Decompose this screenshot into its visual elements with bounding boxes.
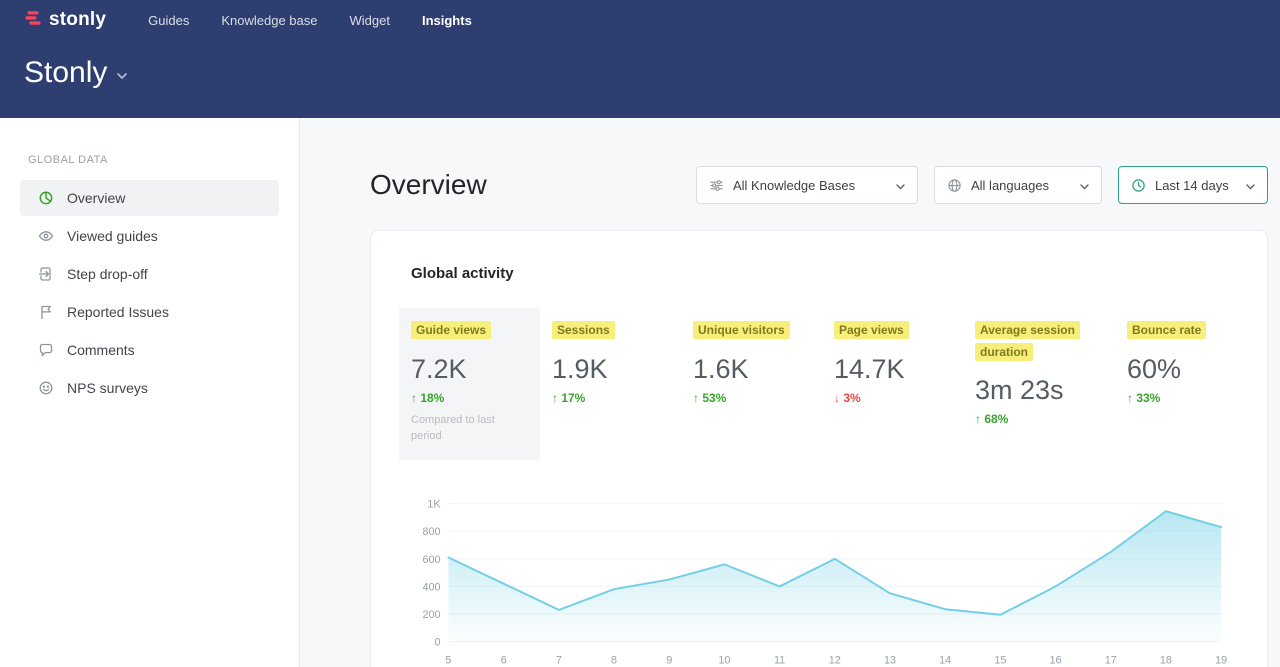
sidebar-item-label: Overview <box>67 190 125 206</box>
logo-wordmark: stonly <box>49 9 106 31</box>
metric-delta: ↑ 17% <box>552 391 671 405</box>
chevron-down-icon <box>117 67 127 85</box>
metric-page-views[interactable]: Page views 14.7K ↓ 3% <box>822 308 963 460</box>
metric-value: 60% <box>1127 354 1206 385</box>
sidebar-item-step-drop-off[interactable]: Step drop-off <box>20 256 279 292</box>
donut-chart-icon <box>38 190 54 206</box>
metric-delta: ↑ 33% <box>1127 391 1206 405</box>
knowledge-bases-dropdown[interactable]: All Knowledge Bases <box>696 166 918 204</box>
svg-text:13: 13 <box>884 655 896 667</box>
date-range-dropdown[interactable]: Last 14 days <box>1118 166 1268 204</box>
svg-text:10: 10 <box>718 655 730 667</box>
step-exit-icon <box>38 266 54 282</box>
metric-label: Average session duration <box>975 321 1080 361</box>
global-activity-card: Global activity Guide views 7.2K ↑ 18% C… <box>370 230 1268 667</box>
metric-label: Sessions <box>552 321 615 339</box>
sidebar-section-title: GLOBAL DATA <box>0 154 299 166</box>
smiley-icon <box>38 380 54 396</box>
svg-text:17: 17 <box>1105 655 1117 667</box>
metric-guide-views[interactable]: Guide views 7.2K ↑ 18% Compared to last … <box>399 308 540 460</box>
svg-text:600: 600 <box>422 554 440 566</box>
eye-icon <box>38 228 54 244</box>
card-title: Global activity <box>411 265 1229 282</box>
svg-text:8: 8 <box>611 655 617 667</box>
metric-note: Compared to last period <box>411 413 516 445</box>
svg-text:200: 200 <box>422 609 440 621</box>
nav-item-knowledge-base[interactable]: Knowledge base <box>221 13 317 28</box>
metric-unique-visitors[interactable]: Unique visitors 1.6K ↑ 53% <box>681 308 822 460</box>
sidebar: GLOBAL DATA Overview Viewed guides Step … <box>0 118 300 667</box>
svg-text:12: 12 <box>829 655 841 667</box>
page-title: Overview <box>370 169 487 201</box>
stonly-logo-icon <box>24 9 42 32</box>
top-navigation: stonly Guides Knowledge base Widget Insi… <box>24 0 1256 40</box>
nav-item-widget[interactable]: Widget <box>350 13 390 28</box>
metric-value: 1.6K <box>693 354 812 385</box>
metric-label: Unique visitors <box>693 321 790 339</box>
chevron-down-icon <box>1080 178 1089 193</box>
metric-delta: ↑ 68% <box>975 412 1105 426</box>
metric-bounce-rate[interactable]: Bounce rate 60% ↑ 33% <box>1115 308 1216 460</box>
svg-text:9: 9 <box>666 655 672 667</box>
sidebar-item-viewed-guides[interactable]: Viewed guides <box>20 218 279 254</box>
workspace-title: Stonly <box>24 56 107 90</box>
languages-dropdown[interactable]: All languages <box>934 166 1102 204</box>
sidebar-item-label: Viewed guides <box>67 228 158 244</box>
global-activity-chart: 0 200 400 600 800 1K 5 6 7 8 9 10 11 12 13 14 15 16 17 18 19 <box>411 490 1229 667</box>
svg-text:14: 14 <box>939 655 951 667</box>
knowledge-bases-value: All Knowledge Bases <box>733 178 887 193</box>
metric-label: Bounce rate <box>1127 321 1206 339</box>
sidebar-item-nps-surveys[interactable]: NPS surveys <box>20 370 279 406</box>
chevron-down-icon <box>1246 178 1255 193</box>
sidebar-item-label: Step drop-off <box>67 266 148 282</box>
sidebar-item-label: Reported Issues <box>67 304 169 320</box>
metric-delta: ↑ 18% <box>411 391 530 405</box>
main-content: Overview All Knowledge Bases <box>300 118 1280 667</box>
metric-delta: ↓ 3% <box>834 391 953 405</box>
filter-bar: All Knowledge Bases All languages <box>696 166 1268 204</box>
app-header: stonly Guides Knowledge base Widget Insi… <box>0 0 1280 118</box>
nav-item-insights[interactable]: Insights <box>422 13 472 28</box>
globe-icon <box>947 178 962 193</box>
svg-text:16: 16 <box>1050 655 1062 667</box>
svg-text:0: 0 <box>435 637 441 649</box>
sidebar-item-reported-issues[interactable]: Reported Issues <box>20 294 279 330</box>
svg-text:18: 18 <box>1160 655 1172 667</box>
metric-value: 1.9K <box>552 354 671 385</box>
svg-text:11: 11 <box>774 655 785 667</box>
metric-delta: ↑ 53% <box>693 391 812 405</box>
svg-text:400: 400 <box>422 582 440 594</box>
clock-icon <box>1131 178 1146 193</box>
workspace-selector[interactable]: Stonly <box>24 56 1256 90</box>
languages-value: All languages <box>971 178 1071 193</box>
sliders-icon <box>709 178 724 193</box>
metric-label: Page views <box>834 321 909 339</box>
metrics-row: Guide views 7.2K ↑ 18% Compared to last … <box>399 308 1229 460</box>
metric-sessions[interactable]: Sessions 1.9K ↑ 17% <box>540 308 681 460</box>
svg-text:800: 800 <box>422 527 440 539</box>
sidebar-item-label: NPS surveys <box>67 380 148 396</box>
comment-icon <box>38 342 54 358</box>
metric-average-session-duration[interactable]: Average session duration 3m 23s ↑ 68% <box>963 308 1115 460</box>
sidebar-item-label: Comments <box>67 342 135 358</box>
sidebar-item-overview[interactable]: Overview <box>20 180 279 216</box>
flag-icon <box>38 304 54 320</box>
stonly-logo[interactable]: stonly <box>24 9 106 32</box>
area-chart-canvas: 0 200 400 600 800 1K 5 6 7 8 9 10 11 12 13 14 15 16 17 18 19 <box>411 490 1229 667</box>
top-nav-items: Guides Knowledge base Widget Insights <box>148 13 472 28</box>
svg-text:1K: 1K <box>427 499 441 511</box>
svg-text:5: 5 <box>445 655 451 667</box>
svg-text:19: 19 <box>1215 655 1227 667</box>
metric-label: Guide views <box>411 321 491 339</box>
metric-value: 3m 23s <box>975 375 1105 406</box>
sidebar-item-comments[interactable]: Comments <box>20 332 279 368</box>
svg-text:6: 6 <box>501 655 507 667</box>
metric-value: 14.7K <box>834 354 953 385</box>
svg-text:7: 7 <box>556 655 562 667</box>
date-range-value: Last 14 days <box>1155 178 1237 193</box>
nav-item-guides[interactable]: Guides <box>148 13 189 28</box>
svg-text:15: 15 <box>994 655 1006 667</box>
chevron-down-icon <box>896 178 905 193</box>
metric-value: 7.2K <box>411 354 530 385</box>
